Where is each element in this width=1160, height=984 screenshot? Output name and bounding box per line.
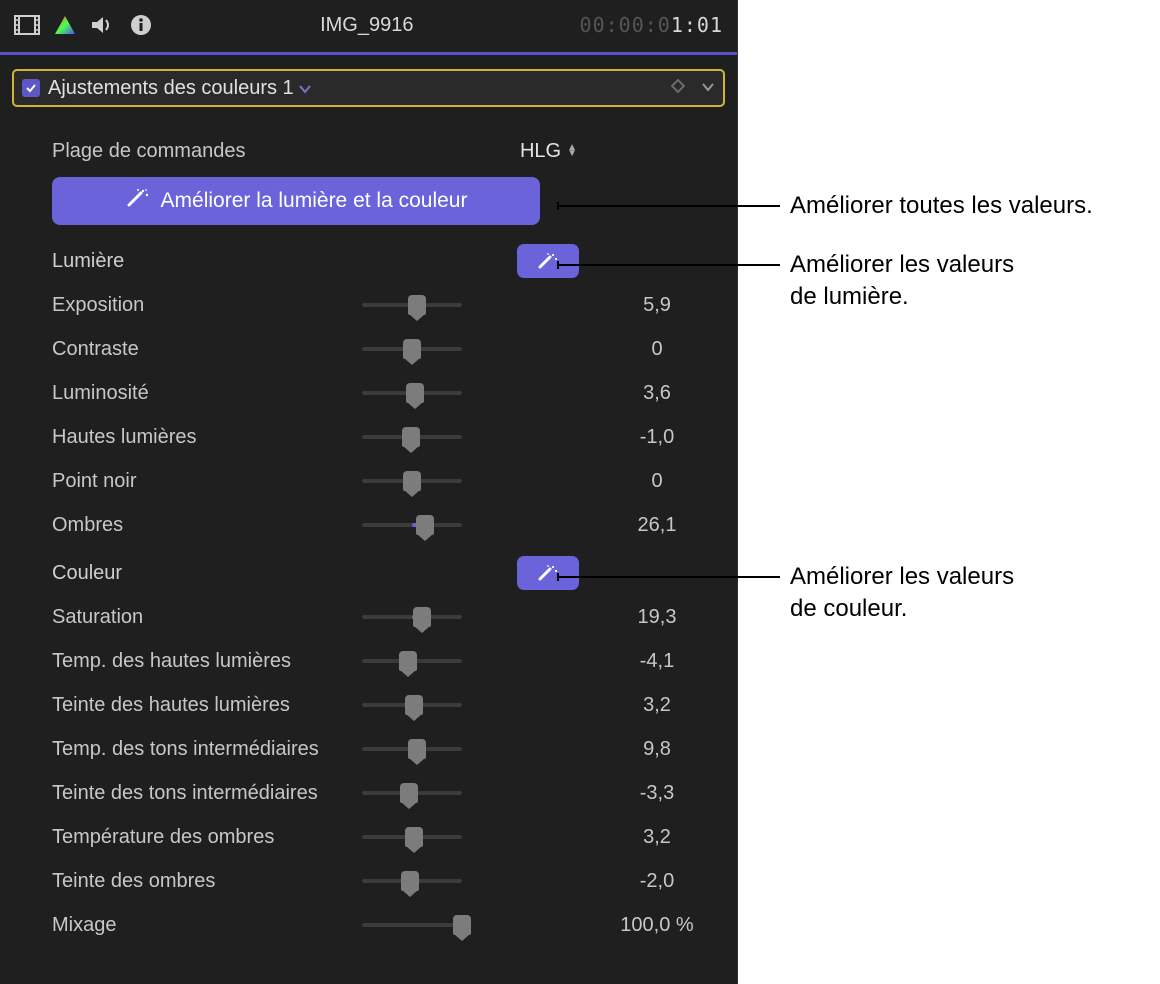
mix-label: Mixage bbox=[52, 914, 362, 937]
param-value[interactable]: 5,9 bbox=[597, 294, 717, 317]
param-label: Saturation bbox=[52, 606, 362, 629]
param-slider[interactable] bbox=[362, 703, 462, 707]
param-label: Teinte des ombres bbox=[52, 870, 362, 893]
param-slider[interactable] bbox=[362, 435, 462, 439]
param-slider[interactable] bbox=[362, 347, 462, 351]
param-value[interactable]: 26,1 bbox=[597, 514, 717, 537]
inspector-toolbar: IMG_9916 00:00:01:01 bbox=[0, 0, 737, 50]
param-value[interactable]: 0 bbox=[597, 470, 717, 493]
param-row: Teinte des ombres -2,0 bbox=[52, 859, 717, 903]
param-value[interactable]: 0 bbox=[597, 338, 717, 361]
param-slider[interactable] bbox=[362, 391, 462, 395]
param-slider[interactable] bbox=[362, 747, 462, 751]
param-value[interactable]: -4,1 bbox=[597, 650, 717, 673]
param-label: Temp. des hautes lumières bbox=[52, 650, 362, 673]
param-slider[interactable] bbox=[362, 659, 462, 663]
param-row: Teinte des tons intermédiaires -3,3 bbox=[52, 771, 717, 815]
color-label: Couleur bbox=[52, 562, 362, 585]
callout-enhance-color: Améliorer les valeursde couleur. bbox=[790, 561, 1014, 626]
divider bbox=[0, 52, 737, 55]
effect-title[interactable]: Ajustements des couleurs 1 bbox=[48, 77, 663, 100]
param-value[interactable]: -2,0 bbox=[597, 870, 717, 893]
enhance-light-button[interactable] bbox=[517, 244, 579, 278]
param-value[interactable]: 3,2 bbox=[597, 826, 717, 849]
param-label: Température des ombres bbox=[52, 826, 362, 849]
chevron-down-icon[interactable] bbox=[298, 77, 312, 100]
timecode: 00:00:01:01 bbox=[580, 13, 723, 37]
param-slider[interactable] bbox=[362, 835, 462, 839]
param-row: Température des ombres 3,2 bbox=[52, 815, 717, 859]
param-row: Contraste 0 bbox=[52, 327, 717, 371]
param-row: Saturation 19,3 bbox=[52, 595, 717, 639]
color-triangle-icon[interactable] bbox=[52, 14, 78, 36]
callout-enhance-all: Améliorer toutes les valeurs. bbox=[790, 190, 1093, 222]
param-slider[interactable] bbox=[362, 879, 462, 883]
param-value[interactable]: 19,3 bbox=[597, 606, 717, 629]
effect-header[interactable]: Ajustements des couleurs 1 bbox=[12, 69, 725, 107]
param-row: Luminosité 3,6 bbox=[52, 371, 717, 415]
keyframe-diamond-icon[interactable] bbox=[671, 79, 685, 98]
enhance-color-button[interactable] bbox=[517, 556, 579, 590]
mix-slider[interactable] bbox=[362, 923, 462, 927]
param-value[interactable]: -3,3 bbox=[597, 782, 717, 805]
param-row: Teinte des hautes lumières 3,2 bbox=[52, 683, 717, 727]
param-row: Point noir 0 bbox=[52, 459, 717, 503]
light-label: Lumière bbox=[52, 250, 362, 273]
chevron-down-icon[interactable] bbox=[701, 79, 715, 97]
inspector-panel: IMG_9916 00:00:01:01 Ajustements des cou… bbox=[0, 0, 738, 984]
param-slider[interactable] bbox=[362, 303, 462, 307]
volume-icon[interactable] bbox=[90, 14, 116, 36]
info-icon[interactable] bbox=[128, 14, 154, 36]
clip-title: IMG_9916 bbox=[320, 14, 413, 37]
param-label: Luminosité bbox=[52, 382, 362, 405]
param-row: Temp. des hautes lumières -4,1 bbox=[52, 639, 717, 683]
param-label: Teinte des tons intermédiaires bbox=[52, 782, 362, 805]
color-section-header: Couleur bbox=[52, 551, 717, 595]
param-slider[interactable] bbox=[362, 479, 462, 483]
param-value[interactable]: -1,0 bbox=[597, 426, 717, 449]
param-row: Ombres 26,1 bbox=[52, 503, 717, 547]
param-label: Temp. des tons intermédiaires bbox=[52, 738, 362, 761]
enhance-all-label: Améliorer la lumière et la couleur bbox=[161, 189, 468, 213]
param-slider[interactable] bbox=[362, 791, 462, 795]
light-section-header: Lumière bbox=[52, 239, 717, 283]
param-label: Exposition bbox=[52, 294, 362, 317]
control-range-row: Plage de commandes HLG ▲▼ bbox=[52, 129, 717, 173]
mix-row: Mixage 100,0 % bbox=[52, 903, 717, 947]
stepper-icon: ▲▼ bbox=[567, 145, 577, 157]
effect-checkbox[interactable] bbox=[22, 79, 40, 97]
param-label: Contraste bbox=[52, 338, 362, 361]
param-label: Teinte des hautes lumières bbox=[52, 694, 362, 717]
video-icon[interactable] bbox=[14, 14, 40, 36]
param-label: Point noir bbox=[52, 470, 362, 493]
control-range-select[interactable]: HLG ▲▼ bbox=[520, 140, 577, 163]
param-value[interactable]: 9,8 bbox=[597, 738, 717, 761]
mix-value[interactable]: 100,0 % bbox=[597, 914, 717, 937]
param-value[interactable]: 3,2 bbox=[597, 694, 717, 717]
param-row: Temp. des tons intermédiaires 9,8 bbox=[52, 727, 717, 771]
param-label: Hautes lumières bbox=[52, 426, 362, 449]
param-row: Exposition 5,9 bbox=[52, 283, 717, 327]
enhance-all-button[interactable]: Améliorer la lumière et la couleur bbox=[52, 177, 540, 225]
param-row: Hautes lumières -1,0 bbox=[52, 415, 717, 459]
control-range-label: Plage de commandes bbox=[52, 140, 362, 163]
param-value[interactable]: 3,6 bbox=[597, 382, 717, 405]
param-slider[interactable] bbox=[362, 523, 462, 527]
param-label: Ombres bbox=[52, 514, 362, 537]
control-range-value: HLG bbox=[520, 140, 561, 163]
param-slider[interactable] bbox=[362, 615, 462, 619]
callout-enhance-light: Améliorer les valeursde lumière. bbox=[790, 249, 1014, 314]
inspector-content: Plage de commandes HLG ▲▼ Améliorer la l… bbox=[0, 107, 737, 947]
effect-title-text: Ajustements des couleurs 1 bbox=[48, 77, 294, 100]
magic-wand-icon bbox=[125, 187, 151, 215]
